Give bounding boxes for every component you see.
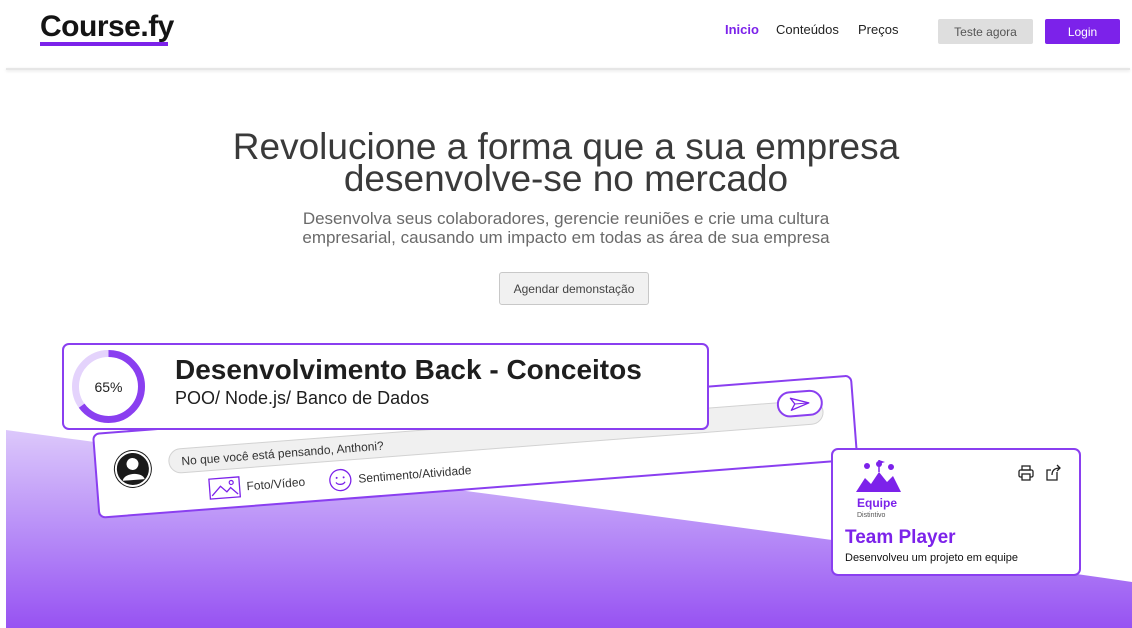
course-progress-card[interactable]: 65% Desenvolvimento Back - Conceitos POO… [62,343,709,430]
course-title: Desenvolvimento Back - Conceitos [175,354,642,385]
photo-video-action[interactable]: Foto/Vídeo [208,471,306,500]
header-divider [6,68,1130,70]
badge-card[interactable]: Equipe Distintivo Team Player Desenvolve… [831,448,1081,576]
share-icon[interactable] [1045,464,1063,482]
hero-title-line-2: desenvolve-se no mercado [343,158,789,199]
print-icon[interactable] [1017,464,1035,482]
test-now-button[interactable]: Teste agora [938,19,1033,44]
send-button[interactable] [775,388,824,419]
hero-subtitle-line-2: empresarial, causando um impacto em toda… [302,228,830,247]
smile-icon [329,468,352,492]
top-navbar: Course.fy Inicio Conteúdos Preços Teste … [0,0,1132,68]
badge-description: Desenvolveu um projeto em equipe [845,552,1019,564]
badge-logo-sub: Distintivo [857,512,886,519]
nav-inicio[interactable]: Inicio [725,22,759,37]
image-icon [208,476,242,500]
hero-subtitle: Desenvolva seus colaboradores, gerencie … [0,209,1132,247]
badge-logo-label: Equipe [857,496,898,510]
badge-title: Team Player [845,527,956,548]
nav-conteudos[interactable]: Conteúdos [776,22,839,37]
schedule-demo-button[interactable]: Agendar demonstação [499,272,649,305]
logo-underline [40,42,168,46]
hero-subtitle-line-1: Desenvolva seus colaboradores, gerencie … [302,209,830,228]
feeling-activity-label: Sentimento/Atividade [357,463,472,486]
photo-video-label: Foto/Vídeo [246,474,306,494]
brand-logo[interactable]: Course.fy [40,10,174,44]
feeling-activity-action[interactable]: Sentimento/Atividade [327,458,472,493]
hero-title: Revolucione a forma que a sua empresa de… [0,128,1132,199]
nav-precos[interactable]: Preços [858,22,898,37]
send-icon [789,397,810,411]
team-badge-icon [856,460,901,492]
login-button[interactable]: Login [1045,19,1120,44]
progress-percentage: 65% [94,378,123,395]
course-topics: POO/ Node.js/ Banco de Dados [175,388,430,408]
user-icon[interactable] [112,448,154,490]
